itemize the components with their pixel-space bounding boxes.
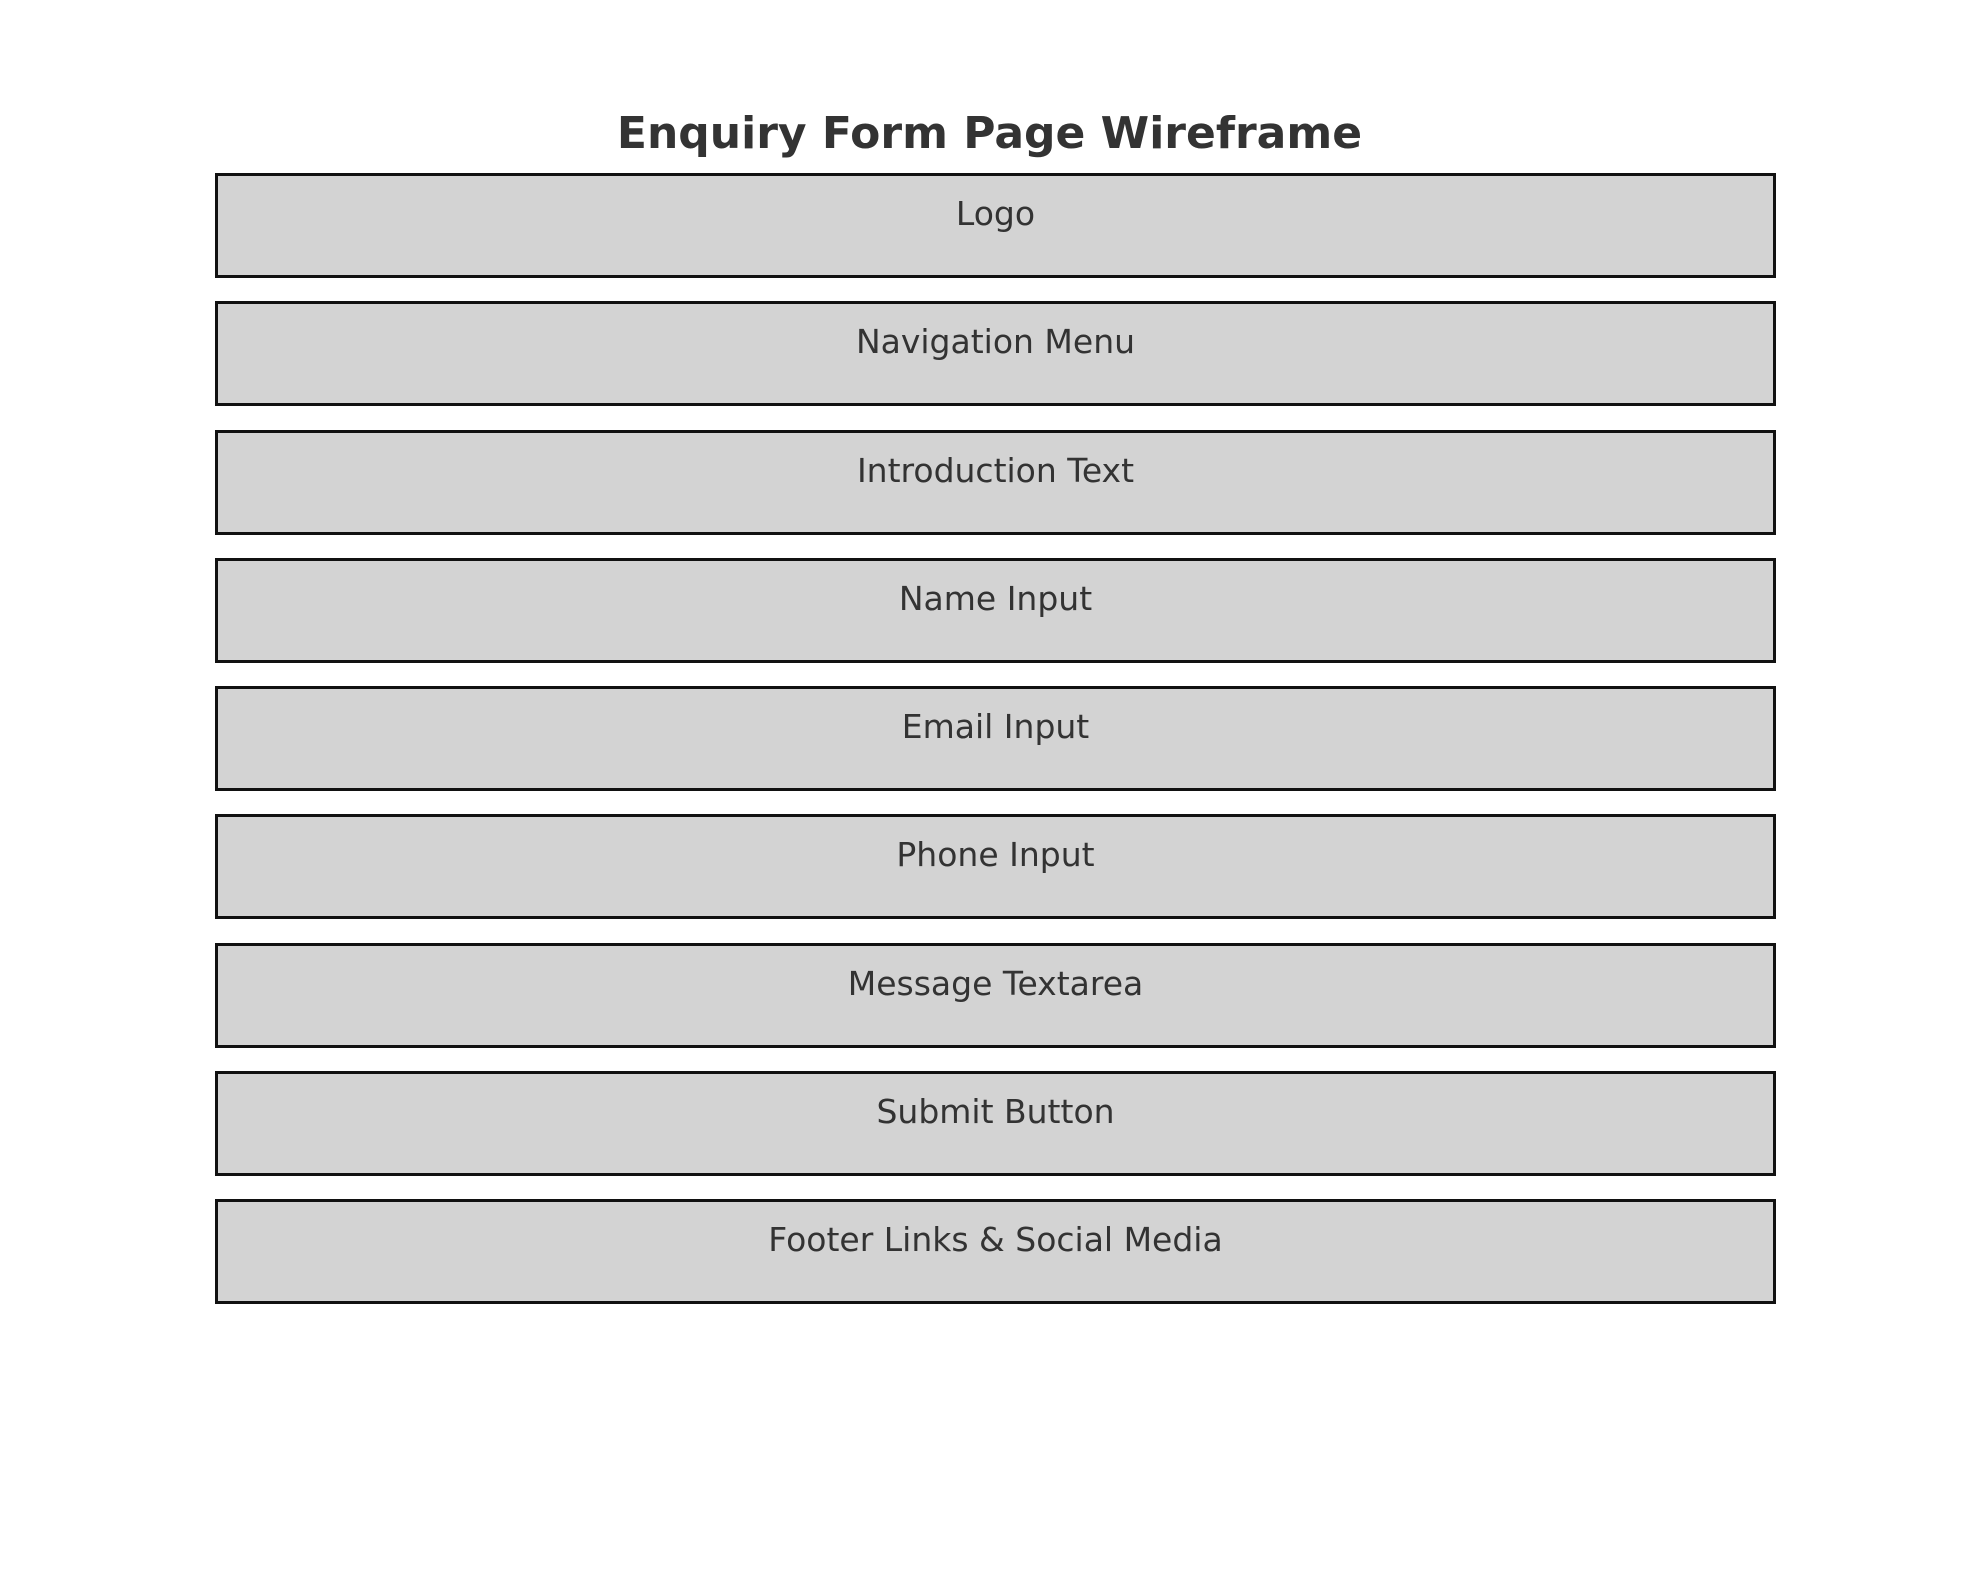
wireframe-title: Enquiry Form Page Wireframe: [616, 108, 1363, 159]
name-input-block: Name Input: [215, 558, 1776, 663]
logo-block: Logo: [215, 173, 1776, 278]
phone-input-block: Phone Input: [215, 814, 1776, 919]
footer-block-label: Footer Links & Social Media: [768, 1220, 1223, 1259]
logo-block-label: Logo: [955, 194, 1036, 233]
submit-button-block: Submit Button: [215, 1071, 1776, 1176]
introduction-text-block: Introduction Text: [215, 430, 1776, 535]
navigation-menu-block: Navigation Menu: [215, 301, 1776, 406]
message-textarea-block: Message Textarea: [215, 943, 1776, 1048]
introduction-text-block-label: Introduction Text: [856, 451, 1135, 490]
phone-input-block-label: Phone Input: [896, 835, 1095, 874]
email-input-block: Email Input: [215, 686, 1776, 791]
submit-button-block-label: Submit Button: [876, 1092, 1115, 1131]
footer-block: Footer Links & Social Media: [215, 1199, 1776, 1304]
name-input-block-label: Name Input: [898, 579, 1093, 618]
navigation-menu-block-label: Navigation Menu: [855, 322, 1136, 361]
message-textarea-block-label: Message Textarea: [847, 964, 1144, 1003]
email-input-block-label: Email Input: [901, 707, 1090, 746]
